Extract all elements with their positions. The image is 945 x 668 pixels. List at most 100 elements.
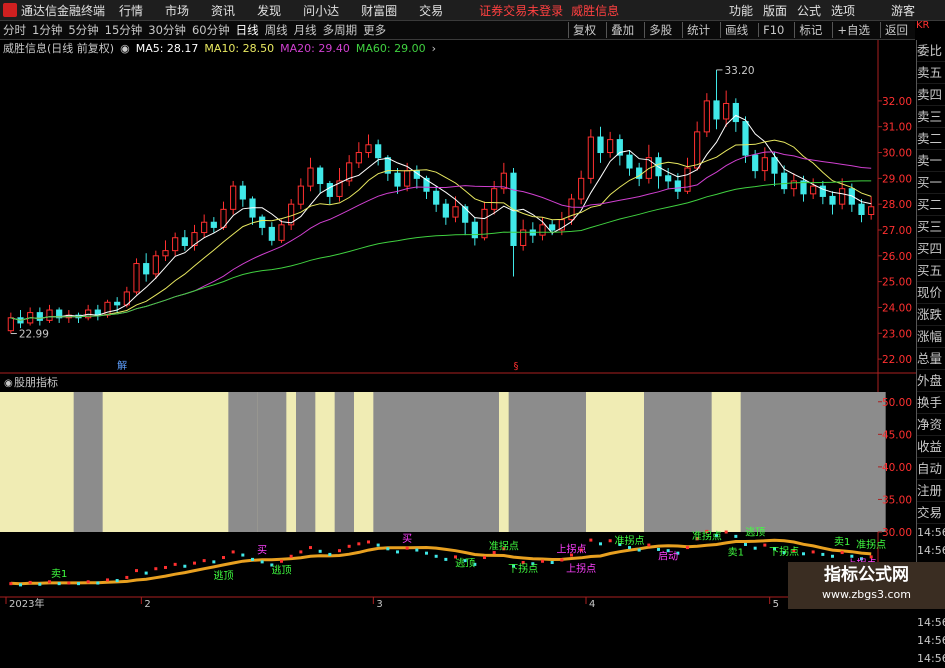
- date-tick-label: 5: [773, 599, 779, 609]
- side-quote-item[interactable]: 净资: [917, 414, 945, 436]
- indicator-gray-block: [644, 392, 712, 532]
- side-quote-item[interactable]: 换手: [917, 392, 945, 414]
- side-quote-item[interactable]: 总量: [917, 348, 945, 370]
- side-quote-item[interactable]: 涨幅: [917, 326, 945, 348]
- side-quote-item[interactable]: 现价: [917, 282, 945, 304]
- side-quote-item[interactable]: 自动: [917, 458, 945, 480]
- trend-dot: [686, 546, 689, 550]
- price-tick-label: 30.00: [882, 148, 912, 160]
- trend-dot: [831, 554, 834, 558]
- candle-body: [781, 172, 788, 190]
- side-quote-item[interactable]: 涨跌: [917, 304, 945, 326]
- trend-dot: [434, 554, 438, 558]
- candle-body: [607, 139, 614, 154]
- trend-dot: [425, 551, 428, 555]
- signal-label: 启动: [658, 550, 678, 563]
- ma20-line: [10, 151, 872, 321]
- event-marker-unlock: 解: [117, 359, 127, 372]
- candle-body: [742, 121, 749, 156]
- price-annotations: 33.20 22.99 解 §: [10, 65, 755, 372]
- indicator-gray-block: [373, 392, 499, 532]
- trend-dot: [840, 551, 844, 555]
- signal-label: 准拐点: [692, 529, 722, 542]
- side-quote-item[interactable]: 外盘: [917, 370, 945, 392]
- candle-body: [404, 170, 411, 187]
- trend-dot: [125, 575, 129, 579]
- indicator-tick-label: 30.00: [882, 527, 912, 539]
- trend-dot: [744, 542, 747, 546]
- signal-label: 逃顶: [745, 525, 765, 538]
- side-quote-item[interactable]: 买五: [917, 260, 945, 282]
- candle-body: [326, 183, 333, 197]
- quote-side-panel: 委比 卖五 卖四 卖三 卖二 卖一 买一 买二 买三 买四 买五 现价 涨跌 涨幅 总量 外盘 换手 净资 收益 自动…: [916, 40, 945, 665]
- side-quote-item[interactable]: 卖一: [917, 150, 945, 172]
- candle-body: [626, 154, 633, 169]
- candle-body: [181, 237, 188, 246]
- trend-dot: [734, 534, 738, 538]
- watermark-url: www.zbgs3.com: [822, 588, 911, 601]
- trend-dot: [154, 567, 158, 571]
- low-price-label: 22.99: [19, 329, 49, 341]
- candle-body: [133, 263, 140, 293]
- side-quote-item[interactable]: 买三: [917, 216, 945, 238]
- side-quote-item[interactable]: 卖三: [917, 106, 945, 128]
- trend-dot: [347, 544, 351, 548]
- trend-dot: [289, 554, 293, 558]
- side-quote-item[interactable]: 买一: [917, 172, 945, 194]
- signal-label: 逃顶: [272, 563, 292, 576]
- candle-body: [761, 157, 768, 172]
- indicator-gray-block: [334, 392, 354, 532]
- candle-body: [7, 317, 14, 332]
- candle-body: [259, 216, 266, 228]
- side-quote-item[interactable]: 交易: [917, 502, 945, 524]
- side-quote-item[interactable]: 卖五: [917, 62, 945, 84]
- price-tick-label: 26.00: [882, 251, 912, 263]
- candle-body: [471, 221, 478, 239]
- trend-dot: [173, 562, 177, 566]
- trend-dot: [647, 543, 651, 547]
- side-tick-time: 14:56: [917, 634, 945, 647]
- trend-dot: [444, 557, 448, 561]
- ma60-line: [10, 180, 872, 321]
- trend-dot: [38, 582, 42, 586]
- side-quote-item[interactable]: 收益: [917, 436, 945, 458]
- trend-dot: [212, 560, 216, 564]
- indicator-gray-block: [296, 392, 316, 532]
- side-quote-item[interactable]: 卖二: [917, 128, 945, 150]
- side-quote-item[interactable]: 注册: [917, 480, 945, 502]
- candle-body: [829, 195, 836, 205]
- price-tick-label: 27.00: [882, 225, 912, 237]
- candle-body: [868, 206, 875, 216]
- candle-body: [152, 255, 159, 275]
- side-quote-item[interactable]: 买四: [917, 238, 945, 260]
- trend-dot: [318, 549, 322, 553]
- trend-dot: [96, 581, 100, 585]
- side-quote-item[interactable]: 卖四: [917, 84, 945, 106]
- trend-dot: [415, 548, 419, 552]
- indicator-name: 股朋指标: [14, 375, 58, 389]
- indicator-tick-label: 35.00: [882, 494, 912, 506]
- trend-dot: [193, 561, 196, 565]
- candle-body: [143, 263, 150, 275]
- candle-body: [239, 185, 246, 200]
- candle-body: [491, 188, 498, 210]
- trend-dot: [328, 552, 332, 556]
- side-quote-item[interactable]: 委比: [917, 40, 945, 62]
- side-tick-time: 14:56: [917, 652, 945, 665]
- indicator-panel: ◉ 股朋指标50.0045.0040.0035.0030.00卖1 逃顶买逃顶买逃顶…: [0, 375, 912, 587]
- side-quote-item[interactable]: 买二: [917, 194, 945, 216]
- trend-dot: [164, 565, 167, 569]
- price-tick-label: 23.00: [882, 328, 912, 340]
- trend-dot: [57, 582, 61, 586]
- event-marker-section: §: [514, 361, 519, 372]
- price-tick-label: 24.00: [882, 302, 912, 314]
- candle-body: [771, 157, 778, 174]
- watermark-title: 指标公式网: [824, 565, 909, 585]
- price-tick-label: 22.00: [882, 354, 912, 366]
- kline-chart[interactable]: 32.00 31.00 30.00 29.00 28.00 27.00 26.00 25.00…: [0, 0, 916, 609]
- indicator-toggle-icon: ◉: [4, 378, 13, 389]
- side-tick-time: 14:56: [917, 544, 945, 557]
- candle-body: [587, 136, 594, 179]
- candle-body: [578, 177, 585, 200]
- trend-dot: [251, 557, 254, 561]
